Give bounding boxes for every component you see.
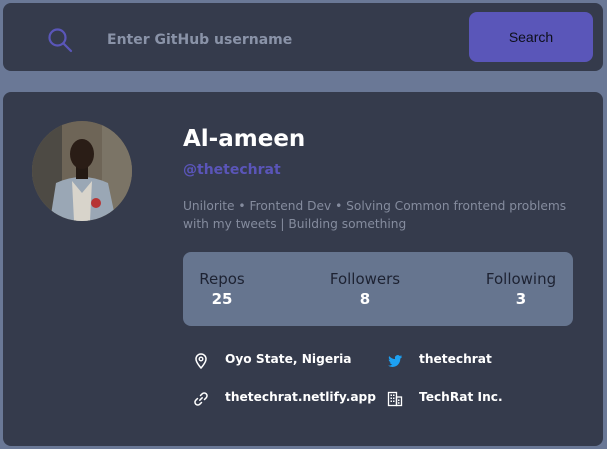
location-text: Oyo State, Nigeria <box>225 352 352 366</box>
stat-followers-label: Followers <box>329 270 401 288</box>
stat-following: Following 3 <box>479 270 563 308</box>
search-icon <box>48 28 73 53</box>
stat-following-value: 3 <box>515 290 527 308</box>
company-text: TechRat Inc. <box>419 390 503 404</box>
search-button[interactable]: Search <box>469 12 593 62</box>
stats-panel: Repos 25 Followers 8 Following 3 <box>183 252 573 326</box>
search-bar: Search <box>3 3 603 71</box>
avatar <box>32 121 132 221</box>
profile-card: Al-ameen @thetechrat Unilorite • Fronten… <box>3 92 603 446</box>
website-link[interactable]: thetechrat.netlify.app <box>225 390 376 404</box>
stat-following-label: Following <box>485 270 557 288</box>
location-pin-icon <box>195 353 207 369</box>
stat-followers-value: 8 <box>359 290 371 308</box>
profile-login-link[interactable]: @thetechrat <box>183 162 281 178</box>
stat-repos-label: Repos <box>199 270 245 288</box>
link-icon <box>194 392 208 406</box>
twitter-handle-link[interactable]: thetechrat <box>419 352 492 366</box>
profile-name: Al-ameen <box>183 126 306 152</box>
stat-repos-value: 25 <box>211 290 233 308</box>
stat-followers: Followers 8 <box>323 270 407 308</box>
building-icon <box>387 391 403 407</box>
twitter-icon <box>388 355 402 367</box>
profile-bio: Unilorite • Frontend Dev • Solving Commo… <box>183 199 567 231</box>
stat-repos: Repos 25 <box>187 270 257 308</box>
search-input[interactable] <box>107 24 407 56</box>
